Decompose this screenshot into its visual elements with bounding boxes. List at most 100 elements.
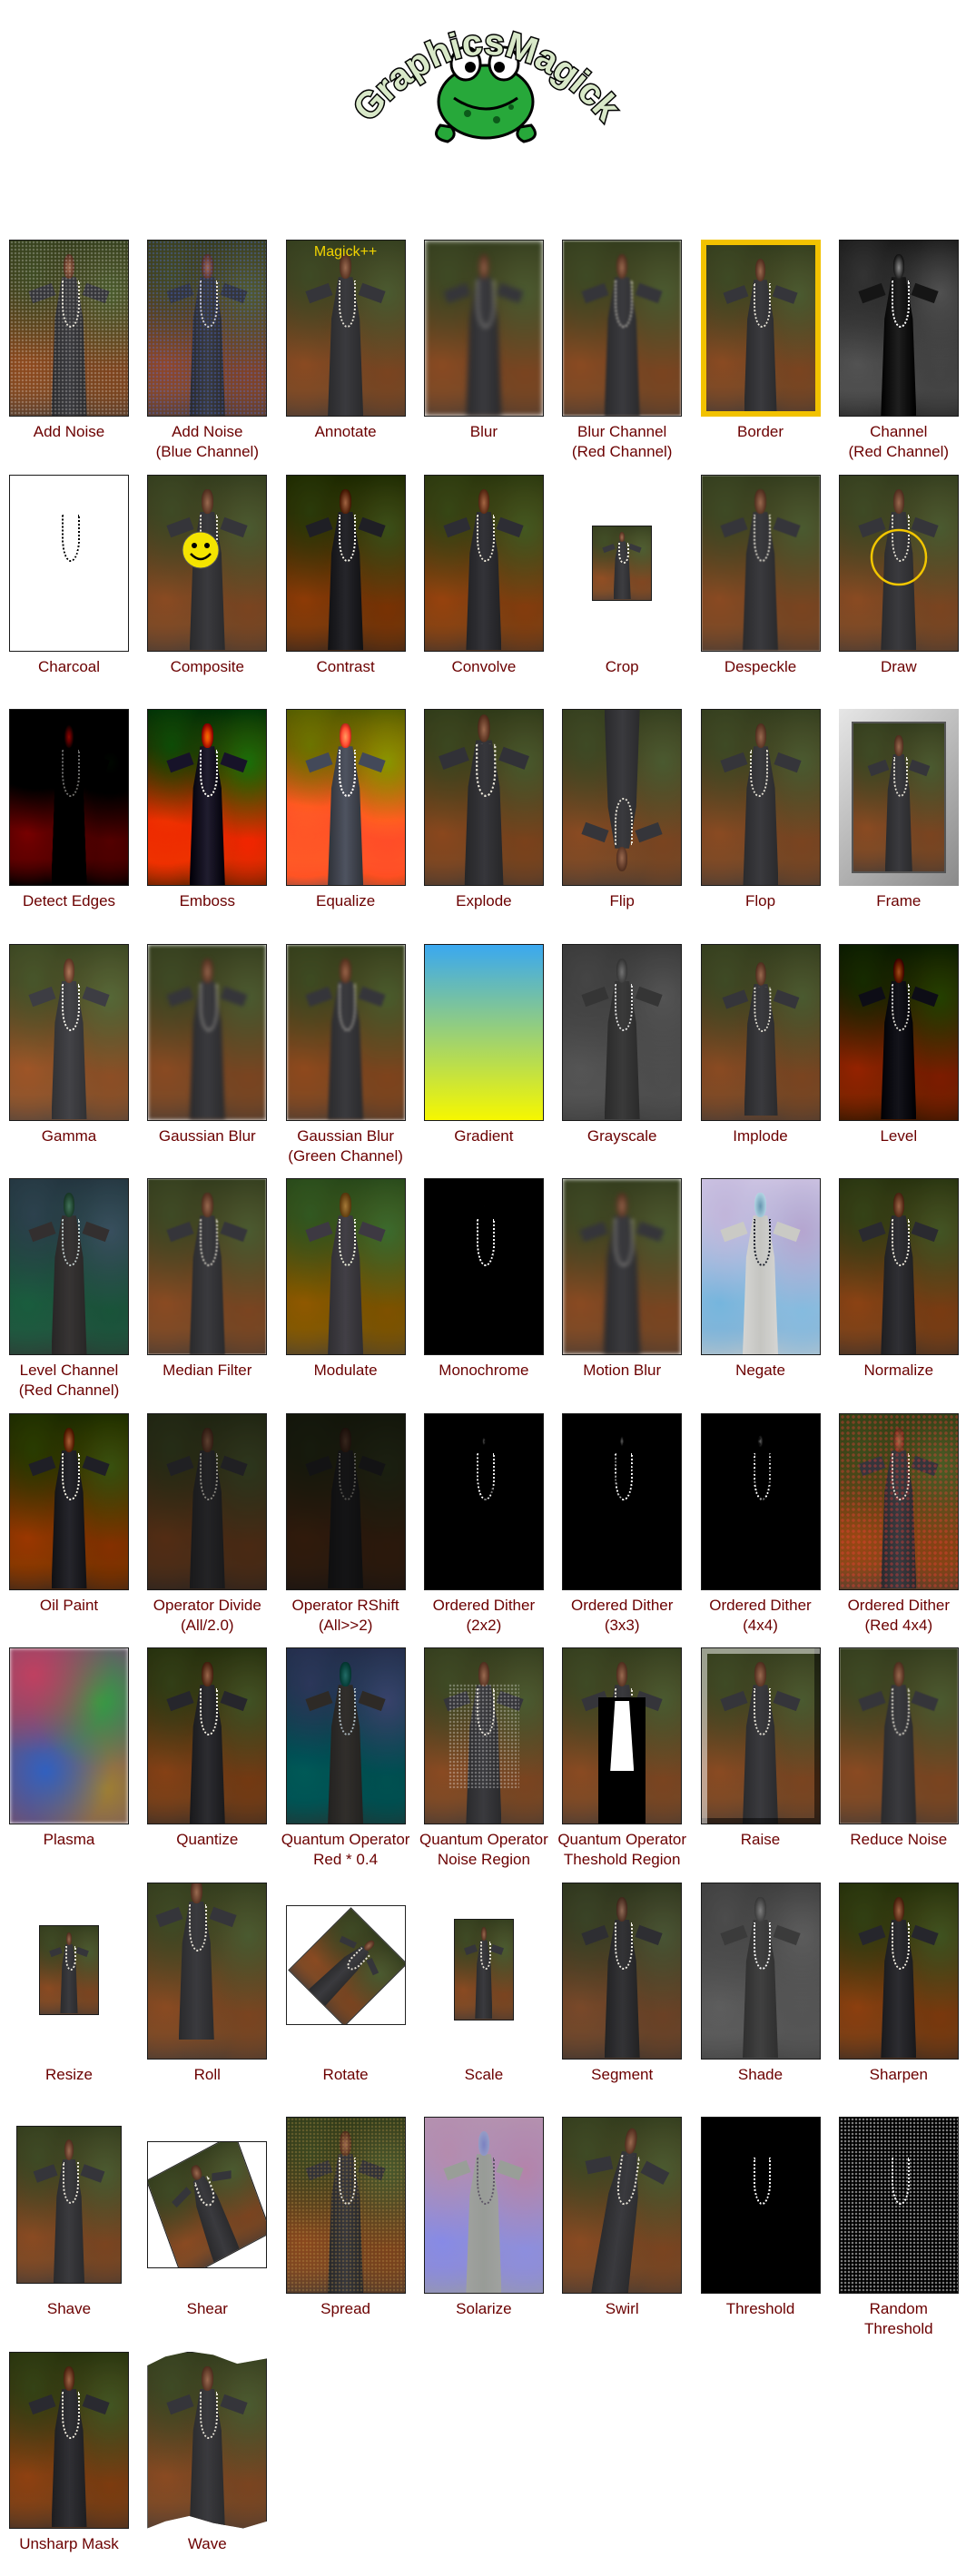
effect-cell-scale: Scale: [415, 1883, 553, 2105]
effect-cell-implode: Implode: [692, 943, 830, 1166]
effect-thumbnail-median[interactable]: [147, 1178, 268, 1355]
effect-thumbnail-rshift[interactable]: [285, 1412, 406, 1590]
effect-thumbnail-shave[interactable]: [16, 2126, 122, 2284]
effect-thumbnail-qthresh[interactable]: [562, 1647, 683, 1824]
effect-thumbnail-level-red[interactable]: [9, 1178, 129, 1355]
effect-thumbnail-flop[interactable]: [700, 709, 821, 886]
effect-label: Channel (Red Channel): [848, 423, 950, 460]
effect-thumbnail-divide[interactable]: [147, 1412, 268, 1590]
annotate-text: Magick++: [313, 244, 378, 260]
effect-thumbnail-annotate[interactable]: Magick++: [285, 240, 406, 417]
effect-thumbnail-draw[interactable]: [838, 474, 959, 652]
effect-thumbnail-raise[interactable]: [700, 1647, 821, 1824]
effect-cell-solarize: Solarize: [415, 2117, 553, 2339]
effect-cell-oil: Oil Paint: [0, 1412, 138, 1636]
effect-thumbnail-blur-red[interactable]: [562, 240, 683, 417]
effect-thumbnail-dither3[interactable]: [562, 1412, 683, 1590]
effect-thumbnail-crop[interactable]: [592, 525, 653, 601]
effect-thumbnail-level[interactable]: [838, 943, 959, 1121]
effect-cell-rthreshold: Random Threshold: [830, 2117, 966, 2339]
effect-thumbnail-shear[interactable]: [147, 2141, 268, 2268]
effect-cell-emboss: Emboss: [138, 709, 276, 931]
effect-thumbnail-dither-red[interactable]: [838, 1412, 959, 1590]
effect-thumbnail-frame[interactable]: [838, 709, 959, 886]
effect-thumbnail-explode[interactable]: [423, 709, 544, 886]
effect-thumbnail-wave[interactable]: [147, 2351, 268, 2529]
effect-cell-resize: Resize: [0, 1883, 138, 2105]
effect-cell-crop: Crop: [553, 475, 691, 697]
effect-thumbnail-unsharp[interactable]: [9, 2351, 129, 2529]
effect-thumbnail-rotate[interactable]: [285, 1904, 406, 2025]
effect-thumbnail-rthreshold[interactable]: [838, 2117, 959, 2294]
effect-label: Add Noise (Blue Channel): [155, 423, 259, 460]
effect-thumbnail-roll[interactable]: [147, 1882, 268, 2060]
effect-thumbnail-gblur-green[interactable]: [285, 943, 406, 1121]
effect-label: Quantum Operator Noise Region: [419, 1831, 548, 1868]
effect-label: Crop: [605, 657, 639, 675]
effect-thumbnail-implode[interactable]: [700, 943, 821, 1121]
effect-thumbnail-mono[interactable]: [423, 1178, 544, 1355]
effect-thumbnail-border[interactable]: [700, 240, 821, 417]
effect-thumbnail-dither4[interactable]: [700, 1412, 821, 1590]
effect-thumbnail-noise-blue[interactable]: [147, 240, 268, 417]
effect-thumbnail-gamma[interactable]: [9, 943, 129, 1121]
effect-thumbnail-composite[interactable]: [147, 474, 268, 652]
effect-thumbnail-normalize[interactable]: [838, 1178, 959, 1355]
effect-cell-blur: Blur: [415, 240, 553, 462]
effect-cell-flip: Flip: [553, 709, 691, 931]
effect-cell-raise: Raise: [692, 1647, 830, 1870]
effect-thumbnail-contrast[interactable]: [285, 474, 406, 652]
effect-thumbnail-modulate[interactable]: [285, 1178, 406, 1355]
effect-cell-quantize: Quantize: [138, 1647, 276, 1870]
effect-label: Implode: [733, 1126, 788, 1145]
effect-thumbnail-qred[interactable]: [285, 1647, 406, 1824]
effect-label: Detect Edges: [22, 892, 116, 909]
effect-thumbnail-equalize[interactable]: [285, 709, 406, 886]
effect-label: Convolve: [451, 657, 517, 675]
effect-label: Quantum Operator Theshold Region: [557, 1831, 687, 1868]
effect-thumbnail-dither2[interactable]: [423, 1412, 544, 1590]
effect-thumbnail-quantize[interactable]: [147, 1647, 268, 1824]
effect-thumbnail-qnoise[interactable]: [423, 1647, 544, 1824]
effect-thumbnail-motion[interactable]: [562, 1178, 683, 1355]
effect-cell-unsharp: Unsharp Mask: [0, 2351, 138, 2574]
effect-label: Oil Paint: [39, 1596, 99, 1614]
effect-cell-dither3: Ordered Dither (3x3): [553, 1412, 691, 1636]
effect-thumbnail-blur[interactable]: [423, 240, 544, 417]
effect-cell-spread: Spread: [277, 2117, 415, 2339]
effect-label: Threshold: [725, 2300, 795, 2317]
effect-cell-grayscale: Grayscale: [553, 943, 691, 1166]
effect-thumbnail-negate[interactable]: [700, 1178, 821, 1355]
effect-thumbnail-swirl[interactable]: [562, 2117, 683, 2294]
effect-thumbnail-oil[interactable]: [9, 1412, 129, 1590]
effect-label: Reduce Noise: [850, 1831, 948, 1848]
effect-thumbnail-spread[interactable]: [285, 2117, 406, 2294]
effect-cell-dither2: Ordered Dither (2x2): [415, 1412, 553, 1636]
effect-label: Normalize: [863, 1362, 934, 1379]
effect-thumbnail-gradient[interactable]: [423, 943, 544, 1121]
effect-thumbnail-shade[interactable]: [700, 1882, 821, 2060]
effect-cell-dither4: Ordered Dither (4x4): [692, 1412, 830, 1636]
effect-thumbnail-reduce[interactable]: [838, 1647, 959, 1824]
effect-thumbnail-convolve[interactable]: [423, 474, 544, 652]
effect-thumbnail-resize[interactable]: [39, 1924, 99, 2015]
effect-thumbnail-segment[interactable]: [562, 1882, 683, 2060]
effect-thumbnail-solarize[interactable]: [423, 2117, 544, 2294]
effect-thumbnail-sharpen[interactable]: [838, 1882, 959, 2060]
effect-cell-border: Border: [692, 240, 830, 462]
effect-thumbnail-noise[interactable]: [9, 240, 129, 417]
effect-thumbnail-plasma[interactable]: [9, 1647, 129, 1824]
effect-thumbnail-threshold[interactable]: [700, 2117, 821, 2294]
effect-thumbnail-flip[interactable]: [562, 709, 683, 886]
effect-thumbnail-charcoal[interactable]: [9, 474, 129, 652]
effect-cell-composite: Composite: [138, 474, 276, 697]
effect-thumbnail-grayscale[interactable]: [562, 943, 683, 1121]
effect-label: Border: [736, 423, 784, 440]
effect-thumbnail-gblur[interactable]: [147, 943, 268, 1121]
effect-thumbnail-channel-red[interactable]: [838, 240, 959, 417]
effect-thumbnail-emboss[interactable]: [147, 709, 268, 886]
effect-thumbnail-despeckle[interactable]: [700, 474, 821, 652]
effect-thumbnail-scale[interactable]: [453, 1918, 514, 2020]
effect-thumbnail-edges[interactable]: [9, 709, 129, 886]
effect-cell-segment: Segment: [553, 1882, 691, 2105]
